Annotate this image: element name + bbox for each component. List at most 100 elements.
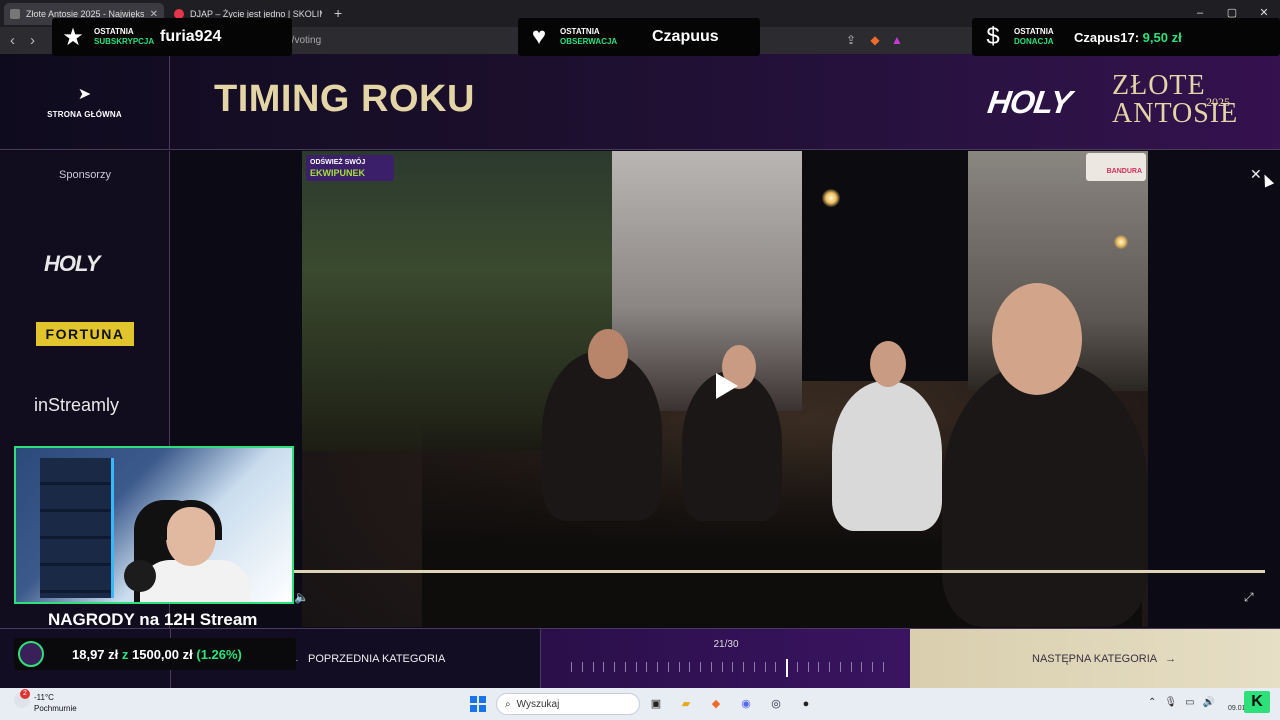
fullscreen-icon[interactable]: ⤢	[1244, 590, 1254, 605]
previous-category-label: POPRZEDNIA KATEGORIA	[308, 653, 446, 665]
home-button[interactable]: ➤ STRONA GŁÓWNA	[0, 54, 170, 150]
category-tick	[603, 662, 605, 672]
category-tick	[764, 662, 766, 672]
overlay-label: OSTATNIA SUBSKRYPCJA	[94, 27, 156, 47]
category-tick	[807, 662, 809, 672]
category-tick	[872, 662, 874, 672]
new-tab-button[interactable]: +	[334, 5, 342, 21]
goal-amount: 18,97 zł z 1500,00 zł (1.26%)	[72, 647, 242, 662]
obs-icon[interactable]: ●	[796, 694, 816, 714]
brave-browser-icon[interactable]: ◆	[706, 694, 726, 714]
screen: Złote Antosie 2025 - Największy ✕ DJAP –…	[0, 0, 1280, 720]
category-tick	[883, 662, 884, 672]
category-tick	[571, 662, 572, 672]
goal-current: 18,97 zł	[72, 646, 119, 662]
category-tick	[689, 662, 691, 672]
arrow-right-icon: →	[1165, 653, 1177, 665]
category-tick	[775, 662, 777, 672]
overlay-label: OSTATNIA DONACJA	[1014, 27, 1070, 47]
next-category-label: NASTĘPNA KATEGORIA	[1032, 653, 1158, 665]
task-view-icon[interactable]: ▣	[646, 694, 666, 714]
share-icon[interactable]: ⇪	[844, 33, 858, 47]
sponsor-instreamly[interactable]: inStreamly	[34, 395, 119, 416]
heart-icon: ♥	[531, 23, 547, 50]
video-person	[942, 361, 1148, 627]
last-subscription-overlay: ★ OSTATNIA SUBSKRYPCJA furia924	[52, 18, 292, 56]
overlay-label-bottom: DONACJA	[1014, 37, 1054, 46]
video-seekbar[interactable]	[290, 570, 1265, 573]
badge-line1: ODŚWIEŻ SWÓJ	[310, 159, 366, 166]
category-tick	[635, 662, 637, 672]
last-follower: Czapuus	[652, 28, 719, 45]
sponsor-holy[interactable]: HOLY	[44, 251, 100, 277]
holy-logo: HOLY	[985, 84, 1074, 120]
donation-goal: 18,97 zł z 1500,00 zł (1.26%)	[14, 638, 296, 670]
category-tick	[753, 662, 755, 672]
category-tick	[657, 662, 659, 672]
category-tick	[818, 662, 820, 672]
last-donation-overlay: $ OSTATNIA DONACJA Czapus17: 9,50 zł	[972, 18, 1280, 56]
category-tick	[721, 662, 723, 672]
microphone-icon[interactable]: 🎙	[1164, 697, 1177, 708]
weather-temp: -11°C	[34, 693, 54, 702]
street-lamp	[1114, 235, 1128, 249]
overlay-label-bottom: SUBSKRYPCJA	[94, 37, 155, 46]
kick-logo-icon: K	[1244, 691, 1270, 713]
last-follow-overlay: ♥ OSTATNIA OBSERWACJA Czapuus	[518, 18, 760, 56]
video-person-head	[588, 329, 628, 379]
video-person-head	[992, 283, 1082, 395]
video-person	[832, 381, 942, 531]
category-tick	[796, 662, 798, 672]
overlay-label-top: OSTATNIA	[1014, 27, 1054, 36]
stream-rewards-title: NAGRODY na 12H Stream	[48, 610, 258, 629]
last-donation: Czapus17: 9,50 zł	[1074, 30, 1182, 45]
category-tick	[581, 662, 583, 672]
category-tick	[861, 662, 863, 672]
overlay-label: OSTATNIA OBSERWACJA	[560, 27, 622, 47]
category-tick	[678, 662, 680, 672]
webcam-streamer-body	[140, 560, 250, 602]
steam-icon[interactable]: ◎	[766, 694, 786, 714]
brave-shield-icon[interactable]: ◆	[868, 33, 882, 47]
rewards-icon[interactable]: ▲	[890, 33, 904, 47]
next-category-button[interactable]: NASTĘPNA KATEGORIA →	[910, 629, 1280, 689]
badge-line2: EKWIPUNEK	[310, 168, 366, 178]
weather-desc: Pochmurnie	[34, 704, 77, 713]
display-icon[interactable]: ▭	[1185, 697, 1194, 708]
sponsors-heading: Sponsorzy	[59, 169, 111, 181]
close-icon[interactable]: ✕	[1250, 166, 1262, 183]
category-tick	[614, 662, 616, 672]
forward-arrow-icon[interactable]: ›	[30, 32, 35, 49]
video-player[interactable]: ODŚWIEŻ SWÓJ EKWIPUNEK BANDURA	[302, 151, 1148, 627]
category-tick	[646, 662, 648, 672]
category-tick	[850, 662, 852, 672]
windows-start-icon[interactable]	[470, 696, 486, 712]
category-tick	[592, 662, 594, 672]
back-arrow-icon[interactable]: ‹	[10, 32, 15, 49]
file-explorer-icon[interactable]: ▰	[676, 694, 696, 714]
sponsor-fortuna[interactable]: FORTUNA	[36, 322, 134, 346]
discord-icon[interactable]: ◉	[736, 694, 756, 714]
weather-widget[interactable]: 2 -11°C Pochmurnie	[14, 689, 77, 714]
equipment-badge: ODŚWIEŻ SWÓJ EKWIPUNEK	[306, 155, 394, 181]
volume-icon[interactable]: 🔈	[294, 590, 309, 604]
logo-year: 2025	[1206, 95, 1230, 109]
street-lamp	[822, 189, 840, 207]
webcam-shelf	[40, 458, 114, 598]
bandura-badge: BANDURA	[1086, 153, 1146, 181]
category-counter: 21/30	[713, 639, 739, 650]
category-tick	[732, 662, 734, 672]
star-icon: ★	[62, 23, 84, 51]
speaker-icon[interactable]: 🔊	[1203, 697, 1215, 708]
goal-separator: z	[121, 646, 129, 662]
page-header: ➤ STRONA GŁÓWNA TIMING ROKU HOLY ZŁOTE A…	[0, 54, 1280, 150]
overlay-label-top: OSTATNIA	[560, 27, 600, 36]
goal-percent: (1.26%)	[196, 646, 242, 662]
taskbar-search[interactable]: ⌕ Wyszukaj	[496, 693, 640, 715]
category-tick	[624, 662, 626, 672]
chevron-up-icon[interactable]: ⌃	[1148, 697, 1156, 708]
category-tick	[743, 662, 745, 672]
category-tick	[710, 662, 712, 672]
play-icon[interactable]	[716, 373, 738, 399]
last-subscriber: furia924	[160, 28, 222, 45]
